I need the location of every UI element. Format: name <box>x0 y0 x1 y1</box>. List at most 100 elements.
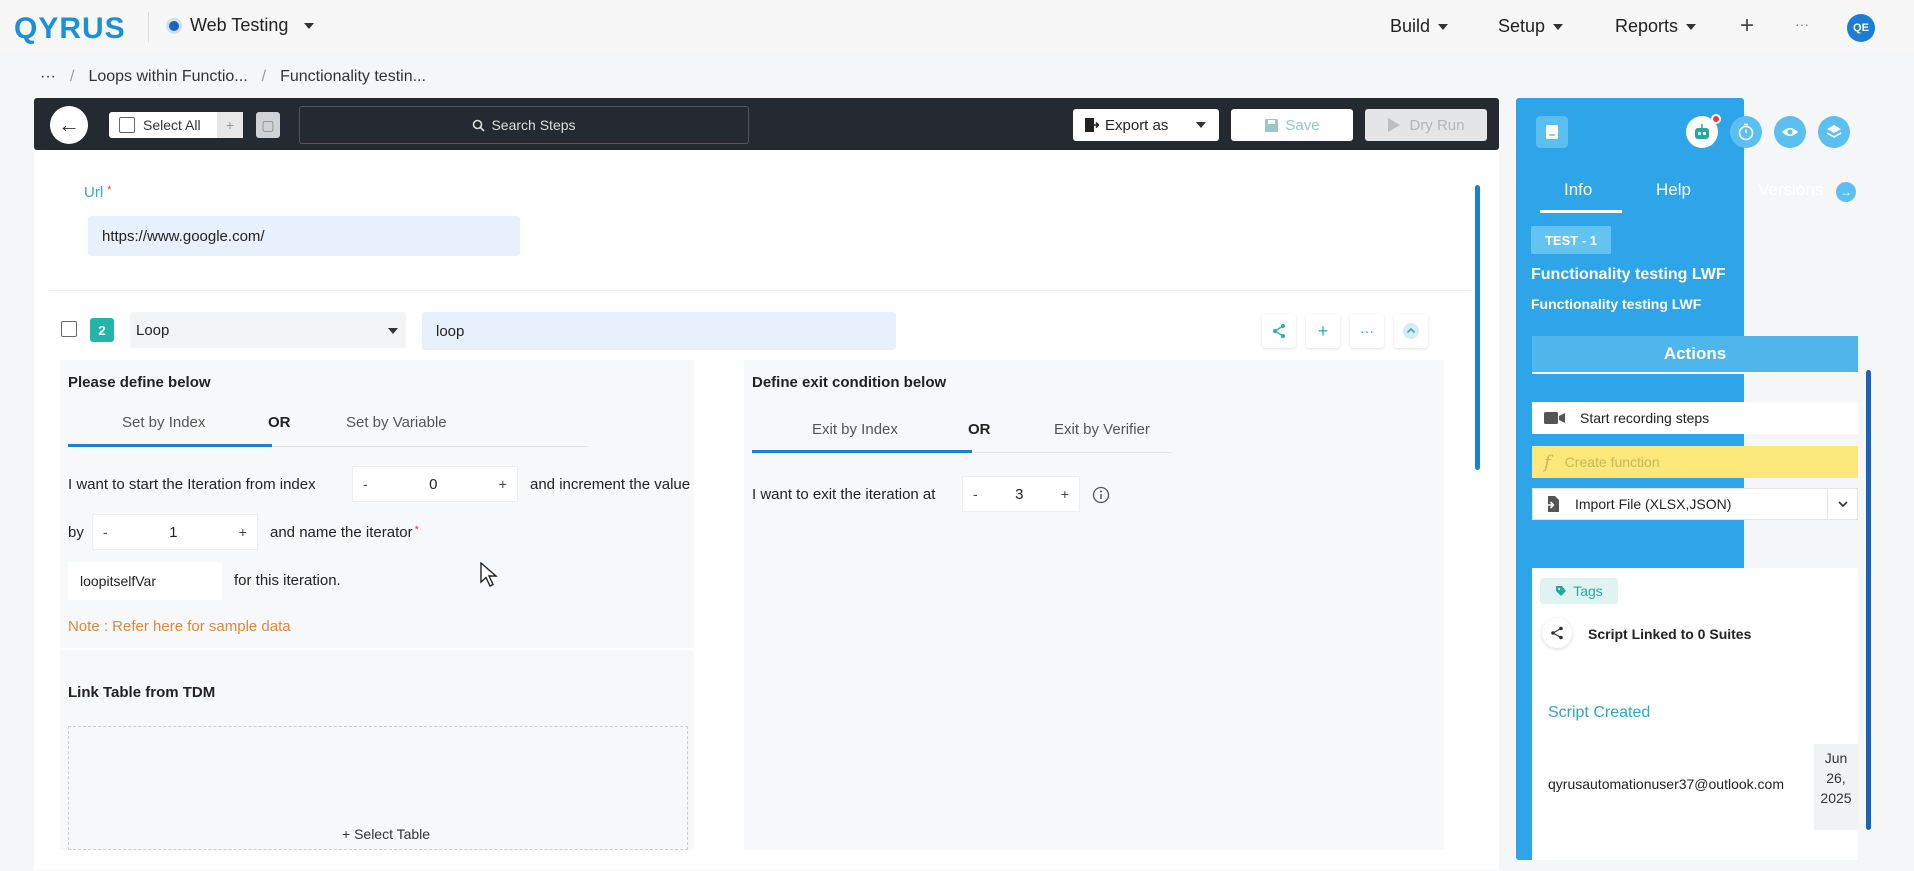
url-input[interactable]: https://www.google.com/ <box>88 216 520 256</box>
select-all-control[interactable]: Select All + <box>109 112 243 138</box>
step-action-value: Loop <box>136 321 170 339</box>
search-steps-input[interactable]: Search Steps <box>299 106 749 144</box>
increment-button[interactable]: + <box>1061 486 1069 502</box>
save-button[interactable]: Save <box>1231 109 1353 141</box>
back-button[interactable]: ← <box>50 106 88 144</box>
eye-icon[interactable] <box>1774 116 1806 148</box>
dry-run-label: Dry Run <box>1409 116 1465 134</box>
start-index-value[interactable]: 0 <box>429 476 437 493</box>
select-table-link[interactable]: + Select Table <box>342 826 430 842</box>
add-icon[interactable]: + <box>1740 12 1754 40</box>
tab-exit-by-verifier[interactable]: Exit by Verifier <box>1054 421 1150 438</box>
date-year: 2025 <box>1820 790 1852 806</box>
nav-reports[interactable]: Reports <box>1615 16 1697 37</box>
step-row-actions: + ··· <box>1262 314 1428 348</box>
start-index-stepper[interactable]: - 0 + <box>352 466 518 502</box>
notebook-icon[interactable] <box>1536 116 1568 148</box>
floppy-icon <box>1265 118 1279 132</box>
add-icon[interactable]: + <box>1306 314 1340 348</box>
tab-help[interactable]: Help <box>1656 180 1691 200</box>
link-table-title: Link Table from TDM <box>68 684 216 701</box>
steps-toolbar: ← Select All + ▢ Search Steps Export as … <box>34 98 1499 150</box>
layers-icon[interactable] <box>1818 116 1850 148</box>
tab-set-by-index[interactable]: Set by Index <box>122 414 205 431</box>
url-label: Url * <box>84 184 111 201</box>
project-name: Web Testing <box>190 15 289 35</box>
more-icon[interactable]: ··· <box>1795 16 1809 32</box>
tags-chip[interactable]: Tags <box>1540 578 1618 604</box>
chevron-down-icon[interactable] <box>1827 489 1857 519</box>
exit-condition-panel: Define exit condition below Exit by Inde… <box>744 360 1444 850</box>
step-action-select[interactable]: Loop <box>130 312 406 348</box>
exit-index-stepper[interactable]: - 3 + <box>962 476 1080 512</box>
select-all-label: Select All <box>143 117 201 133</box>
delete-icon[interactable]: ▢ <box>256 112 280 138</box>
link-icon[interactable] <box>1262 314 1296 348</box>
video-camera-icon <box>1544 412 1565 424</box>
arrow-left-icon: ← <box>58 112 80 137</box>
loop-definition-panel: Please define below Set by Index OR Set … <box>60 360 694 850</box>
step-checkbox[interactable] <box>61 321 77 337</box>
active-tab-indicator <box>1540 210 1622 213</box>
breadcrumb-more-icon[interactable]: ··· <box>40 68 56 86</box>
import-file-dropdown[interactable]: Import File (XLSX,JSON) <box>1532 488 1858 520</box>
or-separator: OR <box>968 421 991 438</box>
dry-run-button[interactable]: Dry Run <box>1365 109 1487 141</box>
section-divider <box>60 648 694 650</box>
main-scrollbar[interactable] <box>1475 185 1480 470</box>
info-icon[interactable] <box>1092 486 1110 504</box>
tag-icon <box>1556 586 1567 596</box>
increment-stepper[interactable]: - 1 + <box>92 514 258 550</box>
start-recording-button[interactable]: Start recording steps <box>1532 402 1858 434</box>
create-function-button[interactable]: f Create function <box>1532 446 1858 478</box>
actions-header: Actions <box>1532 336 1858 374</box>
export-as-dropdown[interactable]: Export as <box>1073 109 1219 141</box>
start-recording-label: Start recording steps <box>1580 410 1710 426</box>
select-all-checkbox[interactable] <box>119 117 135 133</box>
add-step-icon[interactable]: + <box>217 112 243 138</box>
increment-button[interactable]: + <box>499 476 507 492</box>
required-marker: * <box>414 524 419 536</box>
iteration-text: for this iteration. <box>234 572 341 589</box>
creator-email: qyrusautomationuser37@outlook.com <box>1548 776 1785 792</box>
tab-versions[interactable]: Versions <box>1758 180 1823 200</box>
breadcrumb-separator: / <box>69 68 75 85</box>
create-function-label: Create function <box>1564 454 1660 470</box>
iterator-name-input[interactable]: loopitselfVar <box>68 562 222 600</box>
arrow-right-icon[interactable]: → <box>1836 182 1856 202</box>
url-label-text: Url <box>84 184 104 201</box>
nav-divider <box>148 12 149 42</box>
breadcrumb-item-functionality[interactable]: Functionality testin... <box>280 68 426 86</box>
date-month: Jun <box>1824 750 1848 766</box>
decrement-button[interactable]: - <box>363 476 368 492</box>
exit-index-value[interactable]: 3 <box>1015 486 1023 503</box>
tab-info[interactable]: Info <box>1564 180 1592 200</box>
iterator-name-text: and name the iterator * <box>270 524 419 541</box>
step-number-badge: 2 <box>90 318 114 342</box>
project-icon <box>166 17 182 34</box>
user-avatar[interactable]: QE <box>1847 14 1875 42</box>
active-tab-indicator <box>68 444 272 447</box>
increment-value[interactable]: 1 <box>169 524 177 541</box>
timer-icon[interactable] <box>1730 116 1762 148</box>
decrement-button[interactable]: - <box>973 486 978 502</box>
decrement-button[interactable]: - <box>103 524 108 540</box>
tab-set-by-variable[interactable]: Set by Variable <box>346 414 447 431</box>
nav-setup[interactable]: Setup <box>1498 16 1564 37</box>
sample-data-note[interactable]: Note : Refer here for sample data <box>68 618 291 635</box>
sidebar-scrollbar[interactable] <box>1866 370 1871 830</box>
start-index-text: I want to start the Iteration from index <box>68 476 316 493</box>
collapse-icon[interactable] <box>1394 314 1428 348</box>
info-sidebar: Info Help Versions → TEST - 1 Functional… <box>1516 98 1858 860</box>
more-options-icon[interactable]: ··· <box>1350 314 1384 348</box>
increment-button[interactable]: + <box>239 524 247 540</box>
increment-text: and increment the value <box>530 476 691 493</box>
nav-build[interactable]: Build <box>1390 16 1449 37</box>
breadcrumb-item-loops[interactable]: Loops within Functio... <box>88 68 247 86</box>
script-info-card: Tags Script Linked to 0 Suites Script Cr… <box>1532 568 1858 860</box>
tab-exit-by-index[interactable]: Exit by Index <box>812 421 898 438</box>
step-name-input[interactable]: loop <box>422 312 896 350</box>
project-selector[interactable]: Web Testing <box>166 15 315 36</box>
chevron-down-icon <box>1686 23 1697 30</box>
qyrus-logo[interactable]: QYRUS <box>14 12 126 46</box>
